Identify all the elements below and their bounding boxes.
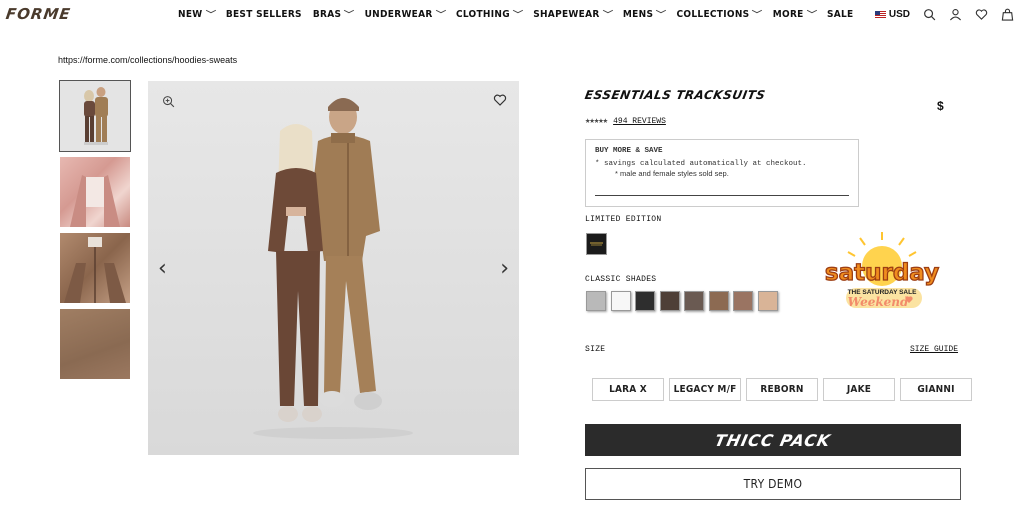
currency-selector[interactable]: USD <box>874 9 910 20</box>
site-header: FORME NEW ﹀ BEST SELLERS BRAS ﹀ UNDERWEAR ﹀… <box>0 0 1024 32</box>
size-label: SIZE <box>585 345 606 354</box>
classic-swatch[interactable] <box>733 291 753 311</box>
thumbnail-list <box>59 80 131 385</box>
size-option-reborn[interactable]: REBORN <box>746 378 818 401</box>
classic-shades-label: CLASSIC SHADES <box>585 275 657 284</box>
size-guide-link[interactable]: SIZE GUIDE <box>910 345 958 354</box>
classic-swatch[interactable] <box>659 291 680 311</box>
limited-edition-label: LIMITED EDITION <box>585 215 662 224</box>
url-text: https://forme.com/collections/hoodies-sw… <box>58 55 238 65</box>
classic-swatch[interactable] <box>586 291 606 311</box>
nav-item-more[interactable]: MORE ﹀ <box>773 9 818 20</box>
rating-summary: ★★★★★ 494 REVIEWS <box>585 116 666 126</box>
chevron-down-icon: ﹀ <box>655 10 667 19</box>
thumbnail-fabric-swatch[interactable] <box>60 309 130 379</box>
promo-divider <box>595 195 849 196</box>
wishlist-heart-icon[interactable] <box>975 8 988 21</box>
chevron-down-icon: ﹀ <box>344 10 355 19</box>
us-flag-icon <box>874 11 886 18</box>
size-option-legacy[interactable]: LEGACY M/F <box>669 378 741 401</box>
classic-swatch[interactable] <box>684 291 704 311</box>
thumbnail-couple-tracksuit[interactable] <box>59 80 131 152</box>
main-product-image[interactable]: ‹ › <box>148 81 519 455</box>
chevron-down-icon: ﹀ <box>602 10 614 19</box>
nav-item-underwear[interactable]: UNDERWEAR ﹀ <box>365 9 447 20</box>
models-illustration <box>253 98 413 439</box>
reviews-link[interactable]: 494 REVIEWS <box>613 117 666 126</box>
limited-swatch[interactable] <box>586 233 607 255</box>
badge-tag: Weekend <box>848 295 909 309</box>
product-price: $ <box>937 99 944 113</box>
nav-item-mens[interactable]: MENS ﹀ <box>623 9 666 20</box>
classic-swatch[interactable] <box>757 291 778 311</box>
nav-item-shapewear[interactable]: SHAPEWEAR ﹀ <box>533 9 614 20</box>
account-icon[interactable] <box>949 8 962 21</box>
chevron-down-icon: ﹀ <box>435 10 447 19</box>
classic-swatch[interactable] <box>635 291 655 311</box>
nav-item-clothing[interactable]: CLOTHING ﹀ <box>456 9 524 20</box>
nav-item-collections[interactable]: COLLECTIONS ﹀ <box>677 9 763 20</box>
size-options: LARA X LEGACY M/F REBORN JAKE GIANNI <box>592 378 972 401</box>
main-nav: NEW ﹀ BEST SELLERS BRAS ﹀ UNDERWEAR ﹀ CLOTH… <box>178 9 864 20</box>
rating-stars: ★★★★★ <box>585 116 608 126</box>
promo-line-2: * male and female styles sold sep. <box>615 169 729 178</box>
promo-heading: BUY MORE & SAVE <box>595 147 663 155</box>
chevron-down-icon: ﹀ <box>806 10 818 19</box>
thumbnail-pink-hoodie[interactable] <box>60 157 130 227</box>
thicc-pack-label: THICC PACK <box>713 430 833 450</box>
try-demo-button[interactable]: TRY DEMO <box>585 468 961 500</box>
header-actions: USD <box>874 8 1014 21</box>
product-title: ESSENTIALS TRACKSUITS <box>583 88 767 102</box>
nav-item-new[interactable]: NEW ﹀ <box>178 9 217 20</box>
saturday-sale-badge[interactable]: saturday THE SATURDAY SALE Weekend <box>816 230 948 322</box>
promo-box: BUY MORE & SAVE * savings calculated aut… <box>585 139 859 207</box>
classic-swatch[interactable] <box>708 291 729 311</box>
search-icon[interactable] <box>923 8 936 21</box>
logo[interactable]: FORME <box>5 5 72 23</box>
chevron-down-icon: ﹀ <box>512 10 524 19</box>
size-option-lara-x[interactable]: LARA X <box>592 378 664 401</box>
size-option-gianni[interactable]: GIANNI <box>900 378 972 401</box>
chevron-down-icon: ﹀ <box>205 10 217 19</box>
cart-bag-icon[interactable] <box>1001 8 1014 21</box>
chevron-down-icon: ﹀ <box>752 10 763 19</box>
nav-item-sale[interactable]: SALE <box>827 9 854 20</box>
size-option-jake[interactable]: JAKE <box>823 378 895 401</box>
nav-item-bras[interactable]: BRAS ﹀ <box>313 9 355 20</box>
nav-item-best-sellers[interactable]: BEST SELLERS <box>226 9 302 20</box>
thicc-pack-button[interactable]: THICC PACK <box>585 424 961 456</box>
thumbnail-brown-hoodie[interactable] <box>60 233 130 303</box>
badge-title: saturday <box>825 260 939 286</box>
promo-line-1: * savings calculated automatically at ch… <box>595 160 807 168</box>
classic-swatch[interactable] <box>610 291 631 311</box>
